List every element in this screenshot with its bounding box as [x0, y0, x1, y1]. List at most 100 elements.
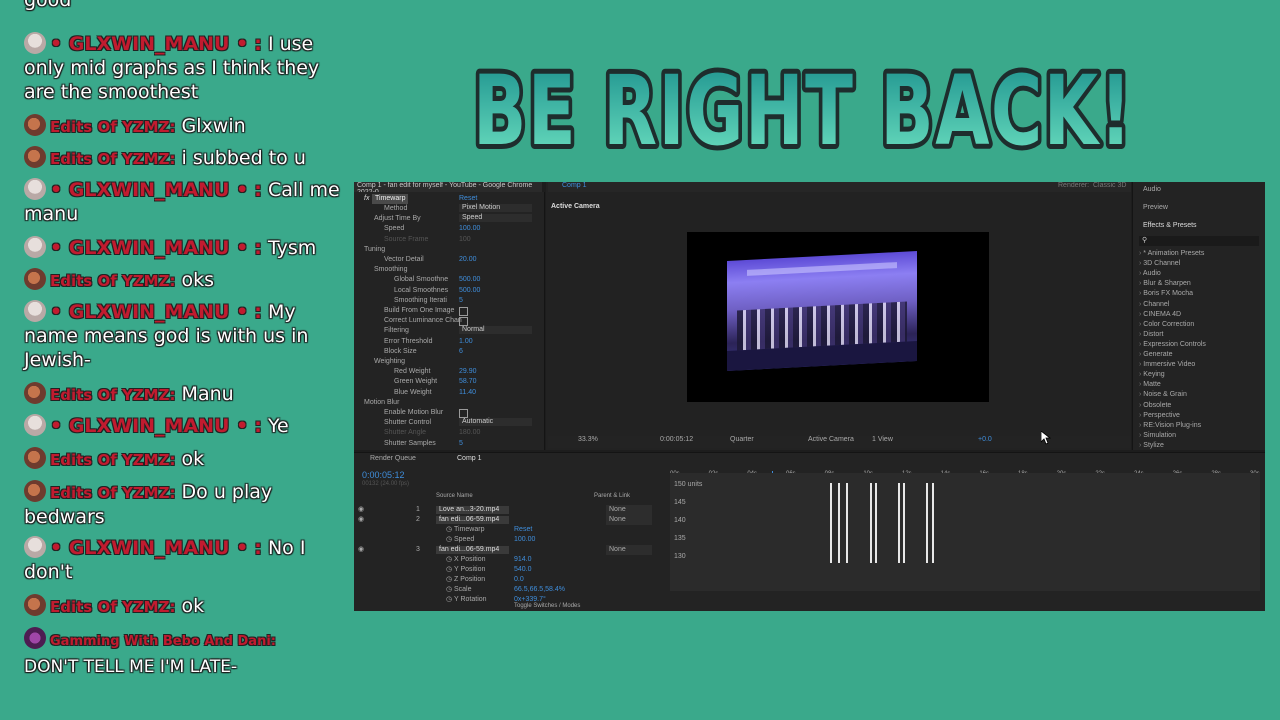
layer-name[interactable]: Love an...3-20.mp4: [436, 506, 509, 514]
zoom-select[interactable]: 33.3%: [578, 436, 598, 443]
property-value[interactable]: 20.00: [459, 255, 477, 265]
property-value[interactable]: 5: [459, 296, 463, 306]
stopwatch-icon[interactable]: ◷: [446, 535, 452, 545]
layer-name[interactable]: fan edi...06-59.mp4: [436, 516, 509, 524]
panel-preview[interactable]: Preview: [1133, 204, 1265, 214]
property-value[interactable]: 540.0: [514, 565, 532, 575]
property-value[interactable]: 58.70: [459, 377, 477, 387]
property-value[interactable]: 100.00: [514, 535, 535, 545]
keyframe-curve[interactable]: [870, 483, 872, 563]
toggle-switches-label[interactable]: Toggle Switches / Modes: [514, 603, 580, 609]
effects-category[interactable]: › Generate: [1139, 351, 1172, 358]
effects-category[interactable]: › Matte: [1139, 381, 1161, 388]
keyframe-curve[interactable]: [932, 483, 934, 563]
stopwatch-icon[interactable]: ◷: [446, 595, 452, 605]
timecode-display[interactable]: 0:00:05:12: [660, 436, 693, 443]
property-value[interactable]: 500.00: [459, 286, 480, 296]
keyframe-curve[interactable]: [926, 483, 928, 563]
effects-category[interactable]: › 3D Channel: [1139, 260, 1180, 267]
effects-category[interactable]: › RE:Vision Plug-ins: [1139, 422, 1201, 429]
effects-search-input[interactable]: ⚲: [1139, 236, 1259, 246]
property-value[interactable]: 5: [459, 439, 463, 449]
effects-category[interactable]: › * Animation Presets: [1139, 250, 1204, 257]
property-dropdown[interactable]: Normal: [459, 326, 532, 335]
chat-message: good: [24, 0, 342, 12]
stopwatch-icon[interactable]: ◷: [446, 555, 452, 565]
property-value[interactable]: 1.00: [459, 337, 473, 347]
property-checkbox[interactable]: [459, 317, 468, 327]
layer-row[interactable]: ◉ 2 fan edi...06-59.mp4 None: [354, 515, 664, 525]
property-value[interactable]: 66.5,66.5,58.4%: [514, 585, 565, 595]
property-checkbox[interactable]: [459, 307, 468, 316]
property-value[interactable]: 914.0: [514, 555, 532, 565]
layer-row[interactable]: ◉ 1 Love an...3-20.mp4 None: [354, 505, 664, 515]
effects-category[interactable]: › Simulation: [1139, 432, 1176, 439]
eye-icon[interactable]: ◉: [358, 505, 364, 515]
stopwatch-icon[interactable]: ◷: [446, 585, 452, 595]
panel-audio[interactable]: Audio: [1133, 186, 1265, 196]
views-select[interactable]: 1 View: [872, 436, 893, 443]
keyframe-curve[interactable]: [830, 483, 832, 563]
property-value[interactable]: 29.90: [459, 367, 477, 377]
graph-editor[interactable]: 150 units 145 140 135 130: [670, 473, 1260, 591]
effects-category[interactable]: › CINEMA 4D: [1139, 311, 1181, 318]
property-value[interactable]: 0.0: [514, 575, 524, 585]
property-dropdown[interactable]: Pixel Motion: [459, 204, 532, 212]
effect-name[interactable]: Timewarp: [372, 194, 409, 204]
effects-category[interactable]: › Noise & Grain: [1139, 391, 1187, 398]
property-value[interactable]: 100: [459, 235, 471, 245]
keyframe-curve[interactable]: [903, 483, 905, 563]
avatar: [24, 236, 46, 258]
tab-render-queue[interactable]: Render Queue: [370, 455, 416, 462]
property-label: Smoothing: [374, 266, 408, 274]
avatar: [24, 627, 46, 649]
property-value[interactable]: 11.40: [459, 388, 476, 398]
effects-category[interactable]: › Keying: [1139, 371, 1165, 378]
eye-icon[interactable]: ◉: [358, 545, 364, 555]
effects-category[interactable]: › Expression Controls: [1139, 341, 1206, 348]
effects-category[interactable]: › Stylize: [1139, 442, 1164, 449]
effects-category[interactable]: › Channel: [1139, 301, 1169, 308]
comp-viewer[interactable]: [687, 232, 989, 402]
keyframe-curve[interactable]: [875, 483, 877, 563]
resolution-select[interactable]: Quarter: [730, 436, 754, 443]
keyframe-curve[interactable]: [846, 483, 848, 563]
property-value[interactable]: 180.00: [459, 428, 480, 438]
exposure-value[interactable]: +0.0: [978, 436, 992, 443]
property-value[interactable]: 100.00: [459, 224, 480, 234]
tab-comp[interactable]: Comp 1: [562, 182, 587, 189]
effects-category[interactable]: › Immersive Video: [1139, 361, 1195, 368]
effects-category[interactable]: › Blur & Sharpen: [1139, 280, 1191, 287]
eye-icon[interactable]: ◉: [358, 515, 364, 525]
effects-category[interactable]: › Color Correction: [1139, 321, 1194, 328]
avatar: [24, 178, 46, 200]
parent-select[interactable]: None: [606, 545, 652, 555]
property-dropdown[interactable]: Speed: [459, 214, 532, 223]
effects-category[interactable]: › Obsolete: [1139, 402, 1171, 409]
panel-effects-presets[interactable]: Effects & Presets: [1133, 222, 1265, 232]
stopwatch-icon[interactable]: ◷: [446, 525, 452, 535]
tab-comp-timeline[interactable]: Comp 1: [457, 455, 482, 462]
property-value[interactable]: 6: [459, 347, 463, 357]
layer-row[interactable]: ◉ 3 fan edi...06-59.mp4 None: [354, 545, 664, 555]
camera-select[interactable]: Active Camera: [808, 436, 854, 443]
property-checkbox[interactable]: [459, 409, 468, 418]
property-dropdown[interactable]: Automatic: [459, 418, 532, 427]
parent-select[interactable]: None: [606, 505, 652, 515]
reset-link[interactable]: Reset: [459, 194, 477, 204]
timeline-property: ◷ Z Position 0.0: [354, 575, 664, 585]
renderer-value[interactable]: Classic 3D: [1093, 182, 1126, 189]
layer-name[interactable]: fan edi...06-59.mp4: [436, 546, 509, 554]
timeline-timecode[interactable]: 0:00:05:12: [362, 470, 405, 480]
effects-category[interactable]: › Boris FX Mocha: [1139, 290, 1193, 297]
effects-category[interactable]: › Perspective: [1139, 412, 1180, 419]
effects-category[interactable]: › Distort: [1139, 331, 1164, 338]
effects-category[interactable]: › Audio: [1139, 270, 1161, 277]
keyframe-curve[interactable]: [898, 483, 900, 563]
keyframe-curve[interactable]: [838, 483, 840, 563]
stopwatch-icon[interactable]: ◷: [446, 575, 452, 585]
stopwatch-icon[interactable]: ◷: [446, 565, 452, 575]
property-value[interactable]: 500.00: [459, 275, 480, 285]
property-value[interactable]: Reset: [514, 525, 532, 535]
parent-select[interactable]: None: [606, 515, 652, 525]
